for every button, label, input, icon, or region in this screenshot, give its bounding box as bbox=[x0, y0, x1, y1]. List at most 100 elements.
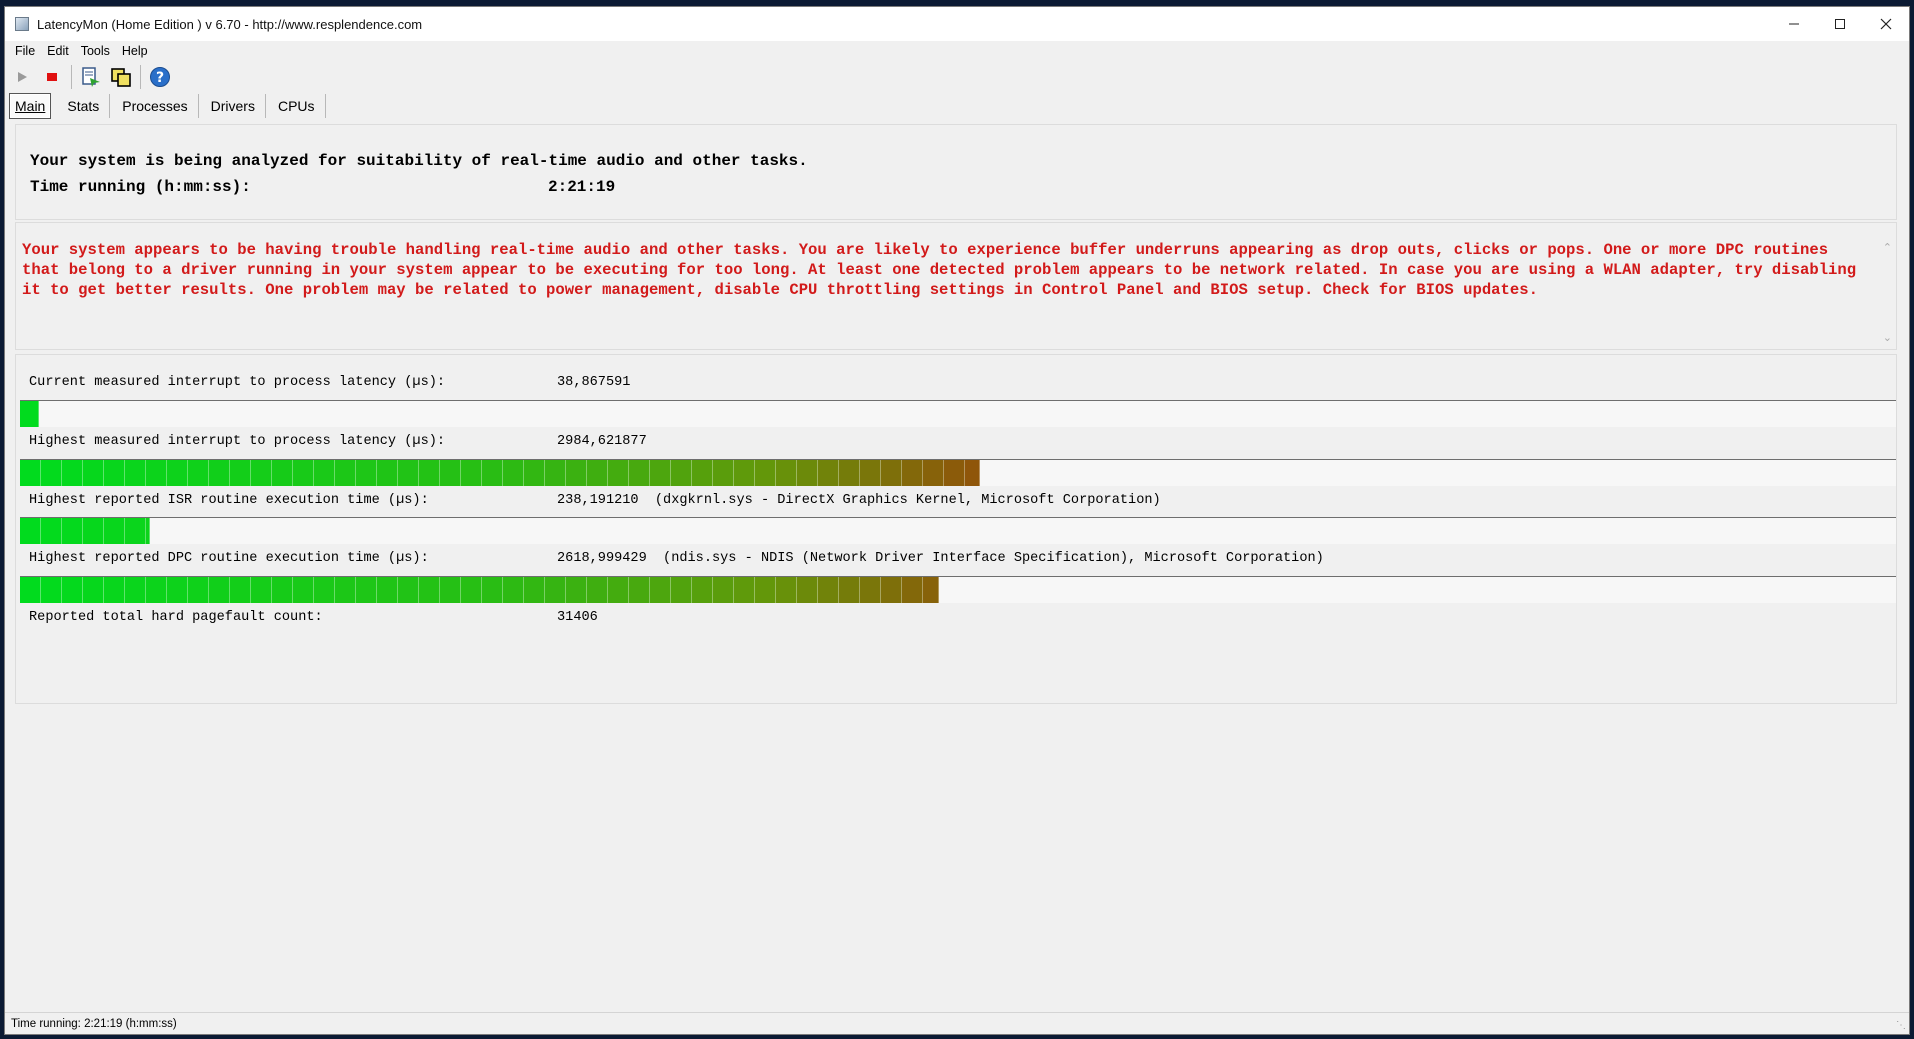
scroll-down-arrow[interactable]: ⌄ bbox=[1883, 331, 1892, 344]
bar-segment bbox=[20, 518, 41, 544]
bar-segment bbox=[839, 460, 860, 486]
bar-segment bbox=[251, 577, 272, 603]
menu-file[interactable]: File bbox=[15, 44, 35, 58]
menu-edit[interactable]: Edit bbox=[47, 44, 69, 58]
close-icon bbox=[1880, 18, 1892, 30]
bar-segment bbox=[881, 577, 902, 603]
dpc-time-label: Highest reported DPC routine execution t… bbox=[29, 551, 429, 566]
current-latency-bar bbox=[20, 401, 1896, 427]
time-running-label: Time running (h:mm:ss): bbox=[30, 178, 251, 196]
bar-segment bbox=[419, 460, 440, 486]
tab-processes-label: Processes bbox=[122, 98, 188, 114]
bar-segment bbox=[377, 460, 398, 486]
bar-segment bbox=[419, 577, 440, 603]
bar-segment bbox=[482, 577, 503, 603]
menu-bar: File Edit Tools Help bbox=[5, 41, 1909, 61]
bar-segment bbox=[104, 460, 125, 486]
close-button[interactable] bbox=[1863, 7, 1909, 41]
app-icon bbox=[15, 17, 29, 31]
copy-button[interactable] bbox=[108, 64, 134, 90]
bar-segment bbox=[20, 460, 41, 486]
analyzing-text: Your system is being analyzed for suitab… bbox=[30, 152, 808, 170]
bar-segment bbox=[524, 577, 545, 603]
pagefault-value: 31406 bbox=[557, 610, 598, 625]
bar-segment bbox=[251, 460, 272, 486]
resize-grip-icon[interactable]: ⋱ bbox=[1896, 1020, 1906, 1031]
report-button[interactable] bbox=[78, 64, 104, 90]
bar-segment bbox=[398, 460, 419, 486]
bar-segment bbox=[272, 460, 293, 486]
warning-panel: Your system appears to be having trouble… bbox=[15, 222, 1897, 350]
bar-segment bbox=[230, 460, 251, 486]
play-icon bbox=[18, 72, 27, 82]
bar-segment bbox=[41, 518, 62, 544]
menu-tools[interactable]: Tools bbox=[81, 44, 110, 58]
window-title: LatencyMon (Home Edition ) v 6.70 - http… bbox=[37, 16, 423, 32]
bar-segment bbox=[20, 401, 39, 427]
status-text: Time running: 2:21:19 (h:mm:ss) bbox=[11, 1017, 177, 1030]
bar-segment bbox=[755, 577, 776, 603]
tab-main[interactable]: Main bbox=[9, 93, 52, 119]
bar-segment bbox=[335, 577, 356, 603]
bar-segment bbox=[356, 577, 377, 603]
bar-segment bbox=[776, 460, 797, 486]
bar-segment bbox=[125, 518, 146, 544]
bar-segment bbox=[104, 577, 125, 603]
highest-latency-value: 2984,621877 bbox=[557, 434, 647, 449]
help-icon: ? bbox=[150, 67, 170, 87]
bar-segment bbox=[62, 460, 83, 486]
bar-segment bbox=[83, 577, 104, 603]
bar-segment bbox=[587, 460, 608, 486]
bar-segment bbox=[734, 577, 755, 603]
bar-segment bbox=[209, 460, 230, 486]
highest-latency-bar-fill bbox=[20, 460, 980, 486]
copy-icon bbox=[111, 68, 131, 87]
bar-segment bbox=[797, 577, 818, 603]
current-latency-value: 38,867591 bbox=[557, 375, 631, 390]
maximize-icon bbox=[1835, 19, 1845, 29]
report-icon bbox=[82, 67, 100, 87]
svg-text:?: ? bbox=[156, 70, 164, 86]
warning-text: Your system appears to be having trouble… bbox=[22, 241, 1857, 299]
bar-segment bbox=[482, 460, 503, 486]
tab-cpus[interactable]: CPUs bbox=[268, 94, 326, 118]
bar-segment bbox=[272, 577, 293, 603]
bar-segment bbox=[230, 577, 251, 603]
latencymon-window: LatencyMon (Home Edition ) v 6.70 - http… bbox=[4, 6, 1910, 1035]
menu-help[interactable]: Help bbox=[122, 44, 148, 58]
tab-stats-label: Stats bbox=[67, 98, 100, 114]
scroll-up-arrow[interactable]: ⌃ bbox=[1883, 241, 1892, 254]
tab-drivers[interactable]: Drivers bbox=[201, 94, 266, 118]
tab-stats[interactable]: Stats bbox=[57, 94, 111, 118]
bar-segment bbox=[902, 577, 923, 603]
bar-segment bbox=[566, 577, 587, 603]
tab-processes[interactable]: Processes bbox=[112, 94, 199, 118]
title-bar[interactable]: LatencyMon (Home Edition ) v 6.70 - http… bbox=[5, 7, 1909, 41]
highest-latency-bar bbox=[20, 460, 1896, 486]
stop-button[interactable] bbox=[39, 64, 65, 90]
bar-segment bbox=[293, 577, 314, 603]
bar-segment bbox=[545, 577, 566, 603]
bar-segment bbox=[650, 460, 671, 486]
bar-segment bbox=[776, 577, 797, 603]
bar-segment bbox=[692, 577, 713, 603]
bar-segment bbox=[167, 577, 188, 603]
maximize-button[interactable] bbox=[1817, 7, 1863, 41]
bar-segment bbox=[587, 577, 608, 603]
bar-segment bbox=[188, 577, 209, 603]
bar-segment bbox=[314, 460, 335, 486]
current-latency-bar-fill bbox=[20, 401, 39, 427]
bar-segment bbox=[818, 460, 839, 486]
start-button[interactable] bbox=[9, 64, 35, 90]
bar-segment bbox=[797, 460, 818, 486]
help-button[interactable]: ? bbox=[147, 64, 173, 90]
bar-segment bbox=[62, 577, 83, 603]
bar-segment bbox=[881, 460, 902, 486]
bar-segment bbox=[944, 460, 965, 486]
bar-segment bbox=[377, 577, 398, 603]
bar-segment bbox=[839, 577, 860, 603]
bar-segment bbox=[146, 577, 167, 603]
tab-bar: Main Stats Processes Drivers CPUs bbox=[9, 93, 1909, 119]
minimize-button[interactable] bbox=[1771, 7, 1817, 41]
bar-segment bbox=[608, 460, 629, 486]
